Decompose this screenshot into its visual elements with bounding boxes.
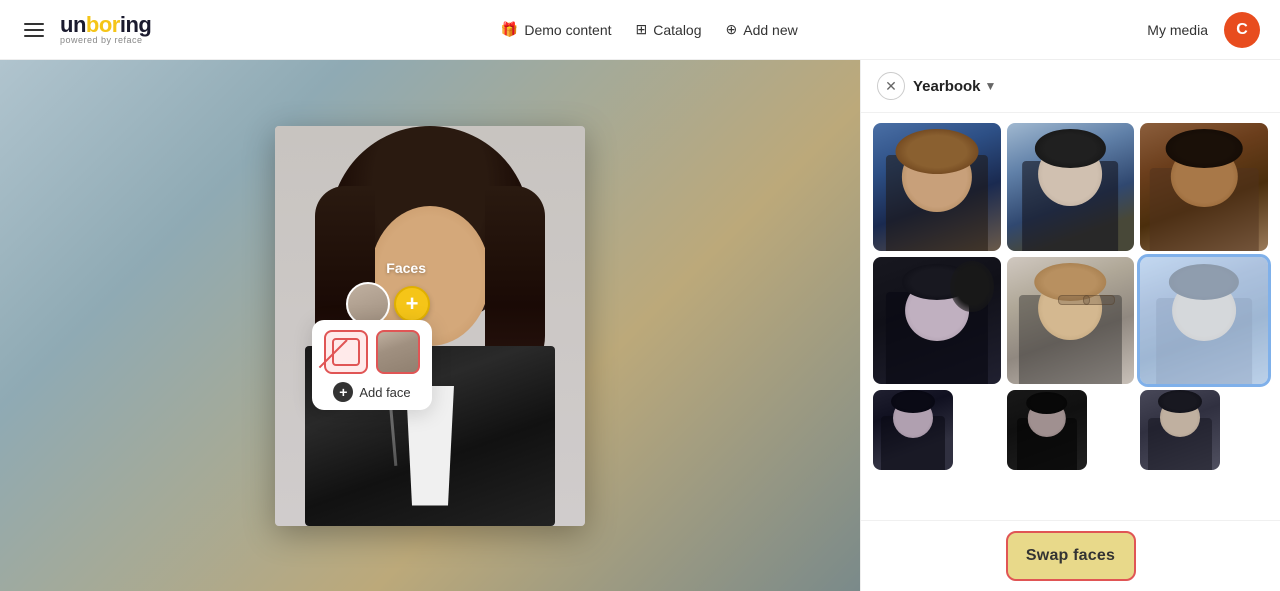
face-slot-empty[interactable] xyxy=(324,330,368,374)
photo-cell-4[interactable] xyxy=(873,257,1001,385)
catalog-link[interactable]: ⊞ Catalog xyxy=(636,21,702,38)
face-tooltip-popup: + Add face xyxy=(312,320,432,410)
demo-content-link[interactable]: 🎁 Demo content xyxy=(501,21,612,38)
logo-subtitle: powered by reface xyxy=(60,36,151,45)
category-dropdown[interactable]: Yearbook ▼ xyxy=(913,78,996,95)
chevron-down-icon: ▼ xyxy=(985,79,997,93)
main-content: Faces + + Add face ✕ Yearbook xyxy=(0,60,1280,591)
faces-panel: Faces + xyxy=(346,260,430,326)
category-label: Yearbook xyxy=(913,78,981,95)
catalog-label: Catalog xyxy=(653,22,701,38)
right-panel: ✕ Yearbook ▼ xyxy=(860,60,1280,591)
hamburger-menu-button[interactable] xyxy=(20,19,48,41)
header-left: unboring powered by reface xyxy=(20,14,151,45)
photo-cell-3[interactable] xyxy=(1140,123,1268,251)
header: unboring powered by reface 🎁 Demo conten… xyxy=(0,0,1280,60)
user-avatar[interactable]: C xyxy=(1224,12,1260,48)
photo-cell-9[interactable] xyxy=(1140,390,1220,470)
photo-cell-6[interactable] xyxy=(1140,257,1268,385)
add-face-label: Add face xyxy=(359,385,410,400)
plus-circle-icon: ⊕ xyxy=(726,21,738,38)
close-button[interactable]: ✕ xyxy=(877,72,905,100)
right-panel-header: ✕ Yearbook ▼ xyxy=(861,60,1280,113)
grid-icon: ⊞ xyxy=(636,21,648,38)
header-right: My media C xyxy=(1147,12,1260,48)
gift-icon: 🎁 xyxy=(501,21,518,38)
photo-grid xyxy=(861,113,1280,520)
add-new-link[interactable]: ⊕ Add new xyxy=(726,21,798,38)
photo-cell-7[interactable] xyxy=(873,390,953,470)
photo-cell-1[interactable] xyxy=(873,123,1001,251)
tooltip-faces-row xyxy=(324,330,420,374)
demo-content-label: Demo content xyxy=(524,22,611,38)
add-face-circle-button[interactable]: + xyxy=(394,286,430,322)
bottom-bar: Swap faces xyxy=(861,520,1280,591)
add-face-plus-icon: + xyxy=(333,382,353,402)
main-nav: 🎁 Demo content ⊞ Catalog ⊕ Add new xyxy=(501,21,798,38)
face-slot-photo[interactable] xyxy=(376,330,420,374)
swap-faces-button[interactable]: Swap faces xyxy=(1006,531,1136,581)
logo-text: unboring xyxy=(60,14,151,36)
photo-cell-8[interactable] xyxy=(1007,390,1087,470)
empty-face-icon xyxy=(332,338,360,366)
faces-label: Faces xyxy=(386,260,426,276)
logo: unboring powered by reface xyxy=(60,14,151,45)
photo-cell-2[interactable] xyxy=(1007,123,1135,251)
add-face-button[interactable]: + Add face xyxy=(333,382,410,402)
my-media-button[interactable]: My media xyxy=(1147,22,1208,38)
photo-cell-5[interactable] xyxy=(1007,257,1135,385)
left-panel: Faces + + Add face xyxy=(0,60,860,591)
add-new-label: Add new xyxy=(743,22,797,38)
